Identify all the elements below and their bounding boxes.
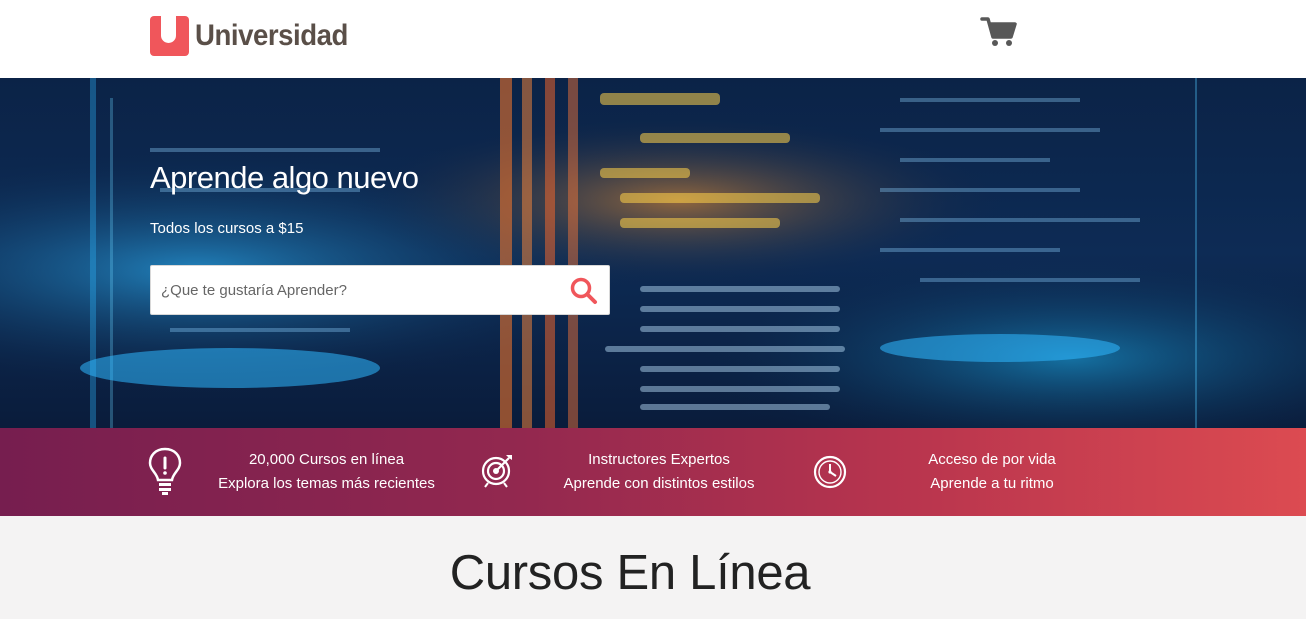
- features-bar: 20,000 Cursos en línea Explora los temas…: [0, 428, 1306, 516]
- site-header: Universidad: [0, 0, 1306, 78]
- feature-subtitle: Aprende con distintos estilos: [563, 475, 755, 492]
- logo-u-mark: [150, 16, 189, 56]
- hero-background-image: [0, 78, 1306, 428]
- hero-subtitle: Todos los cursos a $15: [150, 220, 304, 237]
- site-logo[interactable]: Universidad: [150, 16, 361, 56]
- section-title: Cursos En Línea: [449, 546, 811, 600]
- search-form: [150, 265, 610, 315]
- hero-title: Aprende algo nuevo: [150, 160, 419, 195]
- hero-banner: Aprende algo nuevo Todos los cursos a $1…: [0, 78, 1306, 428]
- feature-item-access: Acceso de por vida Aprende a tu ritmo: [908, 448, 1076, 496]
- feature-subtitle: Aprende a tu ritmo: [930, 475, 1054, 492]
- search-input[interactable]: [151, 266, 551, 314]
- shopping-cart-icon[interactable]: [980, 16, 1018, 48]
- feature-item-courses: 20,000 Cursos en línea Explora los temas…: [210, 448, 443, 496]
- feature-item-instructors: Instructores Expertos Aprende con distin…: [555, 448, 763, 496]
- feature-title: Acceso de por vida: [928, 451, 1056, 468]
- feature-subtitle: Explora los temas más recientes: [218, 475, 435, 492]
- clock-icon: [813, 455, 847, 494]
- feature-title: 20,000 Cursos en línea: [248, 451, 405, 468]
- target-icon: [480, 452, 514, 493]
- search-icon[interactable]: [569, 276, 599, 306]
- logo-text: Universidad: [195, 19, 348, 52]
- lightbulb-icon: [146, 446, 184, 501]
- feature-title: Instructores Expertos: [588, 451, 730, 468]
